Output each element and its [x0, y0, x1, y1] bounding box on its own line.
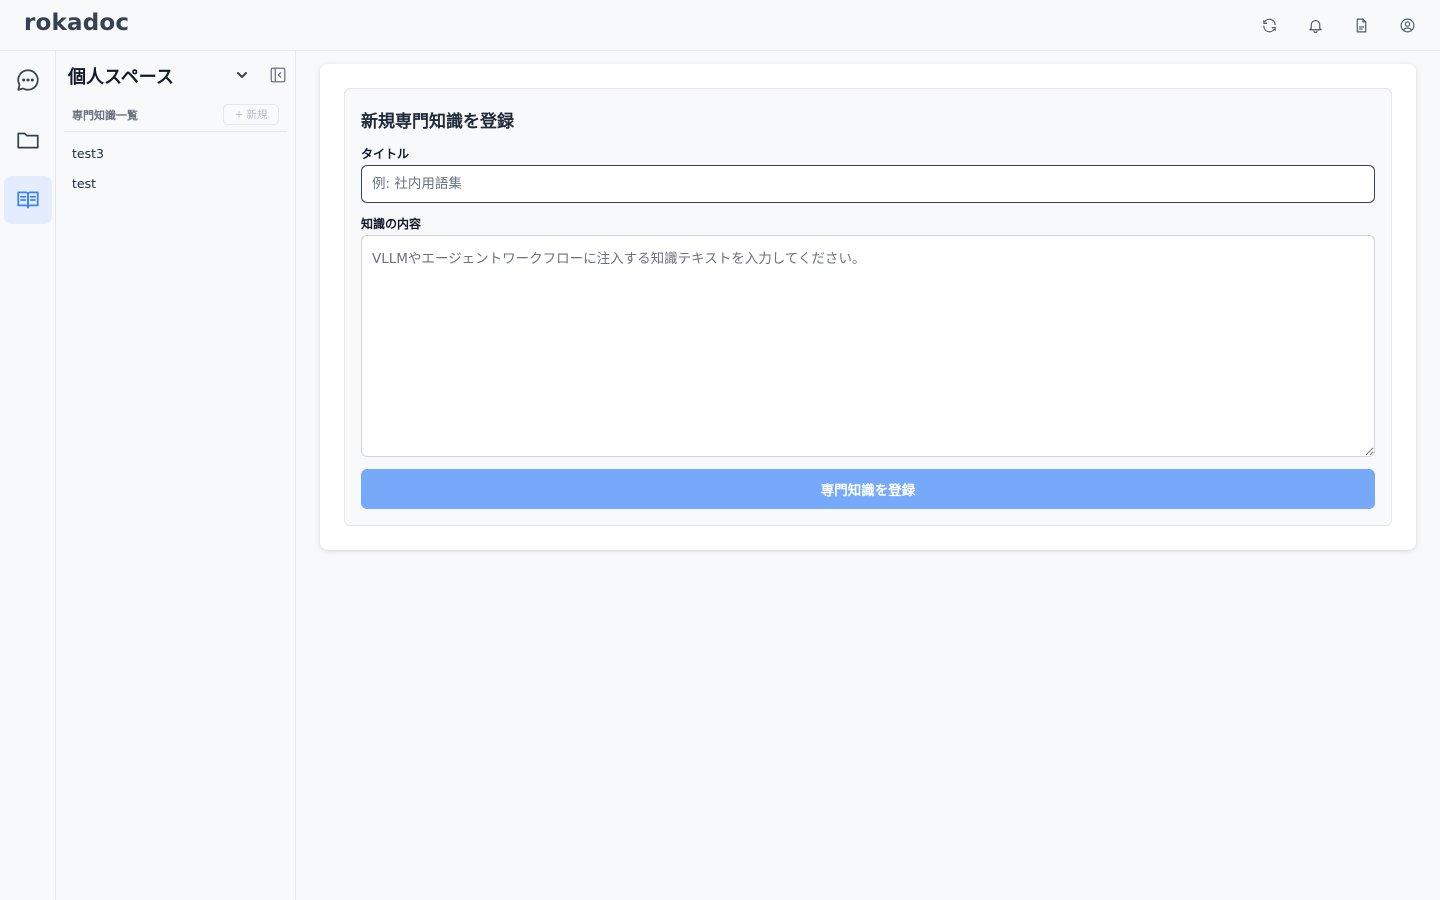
content-textarea[interactable] — [361, 235, 1375, 457]
new-button-label: 新規 — [246, 109, 268, 121]
chat-bubble-icon — [17, 69, 39, 91]
folder-icon — [17, 132, 39, 149]
new-knowledge-form: 新規専門知識を登録 タイトル 知識の内容 専門知識を登録 — [344, 88, 1392, 526]
document-icon[interactable] — [1350, 14, 1372, 36]
register-knowledge-button[interactable]: 専門知識を登録 — [361, 469, 1375, 509]
bell-icon[interactable] — [1304, 14, 1326, 36]
space-title[interactable]: 個人スペース — [68, 63, 174, 89]
refresh-icon[interactable] — [1258, 14, 1280, 36]
divider — [64, 131, 287, 132]
rail-folder-button[interactable] — [4, 116, 52, 164]
top-bar: rokadoc — [0, 0, 1440, 51]
title-field-label: タイトル — [361, 147, 410, 161]
knowledge-item-label: test — [72, 175, 97, 191]
knowledge-list-header: 専門知識一覧 — [72, 109, 138, 122]
form-title: 新規専門知識を登録 — [361, 112, 514, 132]
icon-rail — [0, 51, 56, 900]
new-knowledge-button[interactable]: + 新規 — [223, 104, 279, 125]
rail-knowledge-button[interactable] — [4, 176, 52, 224]
content-field-label: 知識の内容 — [361, 217, 422, 231]
main-card: 新規専門知識を登録 タイトル 知識の内容 専門知識を登録 — [320, 64, 1416, 550]
book-open-icon — [17, 191, 39, 209]
title-input[interactable] — [361, 165, 1375, 203]
rail-chat-button[interactable] — [4, 56, 52, 104]
user-circle-icon[interactable] — [1396, 14, 1418, 36]
knowledge-sidebar: 個人スペース 専門知識一覧 + 新規 test3 test — [56, 51, 296, 900]
chevron-down-icon[interactable] — [232, 65, 252, 85]
app-logo[interactable]: rokadoc — [24, 10, 129, 36]
knowledge-list-item[interactable]: test3 — [64, 139, 287, 167]
knowledge-item-label: test3 — [72, 145, 104, 161]
knowledge-list-item[interactable]: test — [64, 169, 287, 197]
sidebar-collapse-icon[interactable] — [268, 65, 288, 85]
plus-icon: + — [234, 108, 244, 121]
